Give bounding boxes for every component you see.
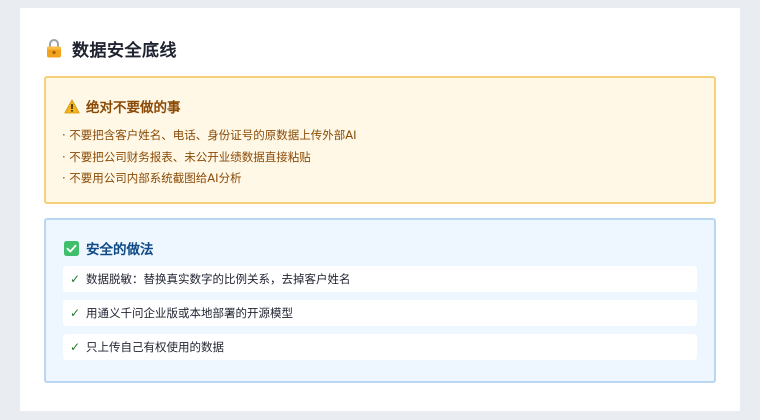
warning-panel: 绝对不要做的事 · 不要把含客户姓名、电话、身份证号的原数据上传外部AI · 不… xyxy=(44,76,716,204)
lock-icon xyxy=(46,38,62,58)
warning-item: · 不要把公司财务报表、未公开业绩数据直接粘贴 xyxy=(62,149,311,164)
security-card: 数据安全底线 绝对不要做的事 · 不要把含客户姓名、电话、身份证号的原数据上传外… xyxy=(20,8,740,411)
warning-icon xyxy=(64,99,80,114)
list-item: ✓ 用通义千问企业版或本地部署的开源模型 xyxy=(63,300,697,326)
safe-item-text: 用通义千问企业版或本地部署的开源模型 xyxy=(86,306,293,320)
page-title: 数据安全底线 xyxy=(72,40,177,61)
safe-title: 安全的做法 xyxy=(86,242,154,258)
safe-item-text: 只上传自己有权使用的数据 xyxy=(86,340,224,354)
warning-header: 绝对不要做的事 xyxy=(64,96,181,116)
title-row: 数据安全底线 xyxy=(46,36,177,61)
safe-list: ✓ 数据脱敏：替换真实数字的比例关系，去掉客户姓名 ✓ 用通义千问企业版或本地部… xyxy=(63,266,697,368)
check-icon: ✓ xyxy=(70,340,81,354)
check-icon: ✓ xyxy=(70,272,81,286)
warning-item: · 不要用公司内部系统截图给AI分析 xyxy=(62,171,242,185)
warning-title: 绝对不要做的事 xyxy=(86,100,181,116)
warning-list: · 不要把含客户姓名、电话、身份证号的原数据上传外部AI · 不要把公司财务报表… xyxy=(62,125,357,190)
list-item: ✓ 只上传自己有权使用的数据 xyxy=(63,334,697,360)
safe-header: 安全的做法 xyxy=(64,238,154,258)
warning-item: · 不要把含客户姓名、电话、身份证号的原数据上传外部AI xyxy=(62,128,357,142)
list-item: ✓ 数据脱敏：替换真实数字的比例关系，去掉客户姓名 xyxy=(63,266,697,292)
check-box-icon xyxy=(64,240,79,256)
check-icon: ✓ xyxy=(70,306,81,320)
safe-item-text: 数据脱敏：替换真实数字的比例关系，去掉客户姓名 xyxy=(86,272,351,286)
safe-practices-panel: 安全的做法 ✓ 数据脱敏：替换真实数字的比例关系，去掉客户姓名 ✓ 用通义千问企… xyxy=(44,218,716,383)
